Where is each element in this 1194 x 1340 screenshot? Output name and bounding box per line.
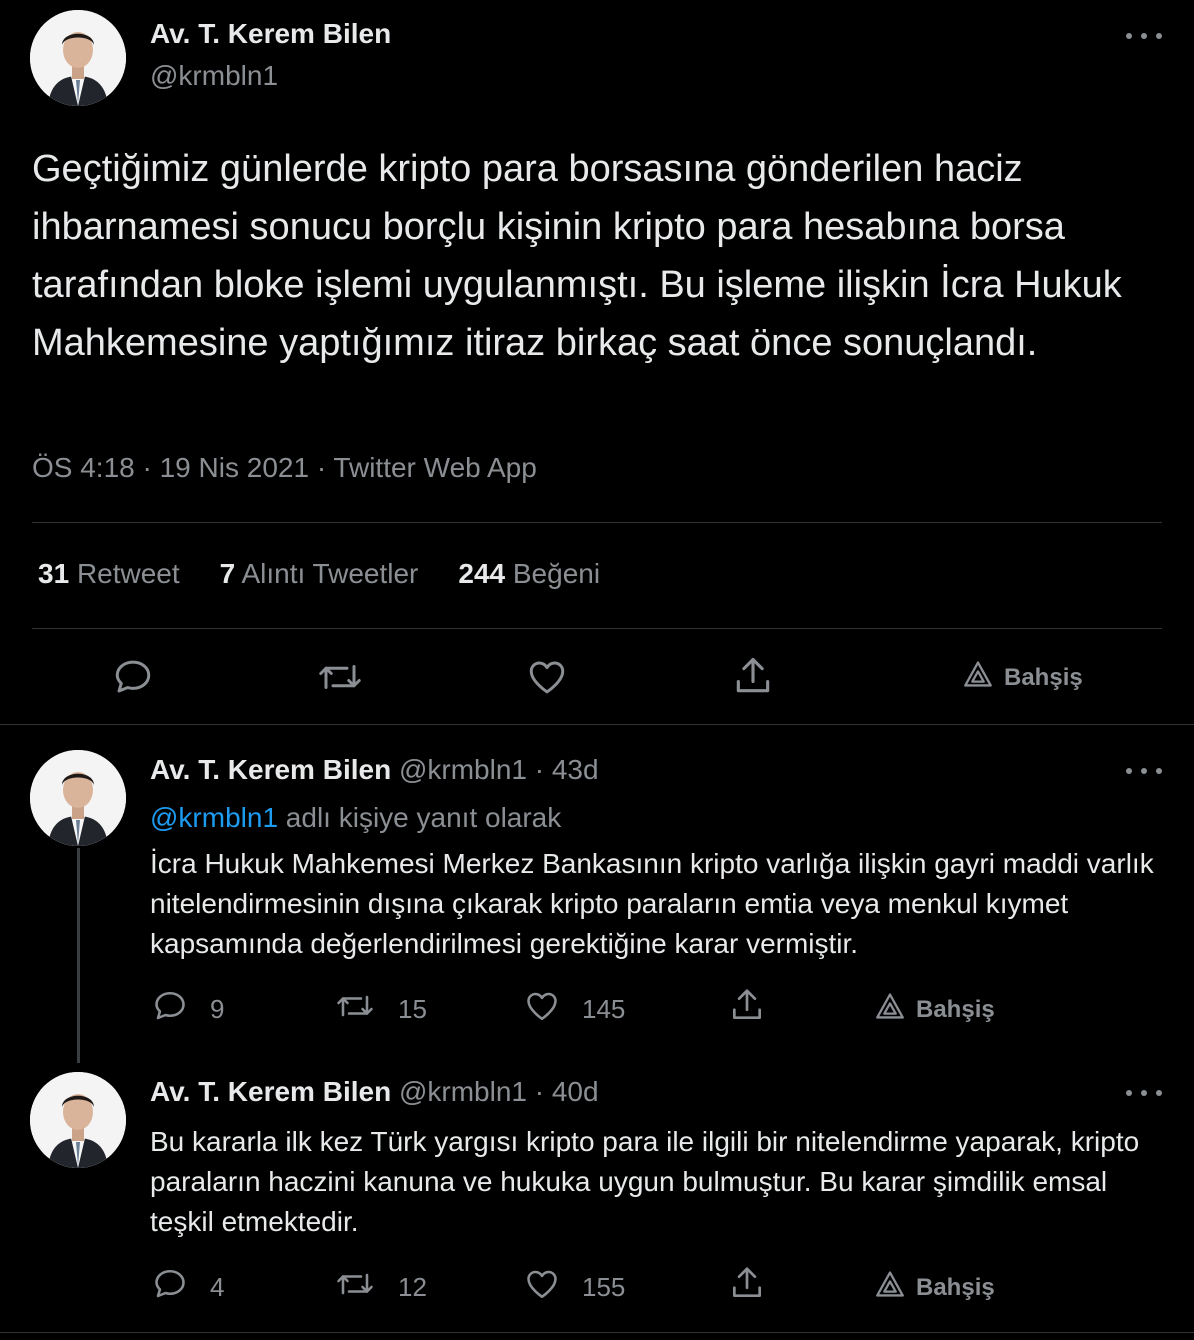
reply-icon <box>152 988 188 1031</box>
reply-header: Av. T. Kerem Bilen @krmbln1 · 40d <box>150 1076 599 1108</box>
tip-icon <box>874 1270 906 1305</box>
like-icon[interactable] <box>526 656 568 698</box>
like-count: 155 <box>582 1272 626 1302</box>
reply-button[interactable]: 4 <box>152 1266 224 1309</box>
reply-icon[interactable] <box>112 656 154 698</box>
like-icon <box>524 1266 560 1309</box>
divider <box>32 522 1162 523</box>
share-icon[interactable] <box>728 1264 766 1302</box>
quote-count: 7 <box>219 558 236 589</box>
reply-icon <box>152 1266 188 1309</box>
reply-text: Bu kararla ilk kez Türk yargısı kripto p… <box>150 1126 1140 1237</box>
reply-context: @krmbln1 adlı kişiye yanıt olarak <box>150 802 561 834</box>
retweet-icon <box>334 1266 376 1309</box>
tweet-timestamp[interactable]: ÖS 4:18 · 19 Nis 2021 · Twitter Web App <box>32 452 537 484</box>
tip-label: Bahşiş <box>916 1273 995 1301</box>
reply-author-name[interactable]: Av. T. Kerem Bilen <box>150 1076 391 1107</box>
divider <box>32 628 1162 629</box>
author-name[interactable]: Av. T. Kerem Bilen <box>150 18 391 50</box>
reply-text: İcra Hukuk Mahkemesi Merkez Bankasının k… <box>150 848 1154 959</box>
retweet-icon[interactable] <box>316 656 364 698</box>
like-count: 145 <box>582 994 626 1024</box>
tweet-text: Geçtiğimiz günlerde kripto para borsasın… <box>32 148 1122 364</box>
reply-avatar[interactable] <box>30 1072 126 1168</box>
more-icon[interactable] <box>1126 1087 1162 1099</box>
quote-label: Alıntı Tweetler <box>241 558 419 589</box>
reply-handle-time[interactable]: @krmbln1 · 40d <box>399 1076 599 1107</box>
like-count: 244 <box>458 558 506 589</box>
share-icon[interactable] <box>730 654 776 698</box>
section-divider <box>0 1332 1194 1333</box>
retweet-count: 31 <box>38 558 70 589</box>
like-label: Beğeni <box>512 558 601 589</box>
like-stat[interactable]: 244 Beğeni <box>458 558 600 590</box>
quote-stat[interactable]: 7 Alıntı Tweetler <box>220 558 419 590</box>
reply-to-link[interactable]: @krmbln1 <box>150 802 278 833</box>
author-avatar[interactable] <box>30 10 126 106</box>
retweet-button[interactable]: 15 <box>334 988 427 1031</box>
reply-count: 4 <box>210 1272 225 1302</box>
tip-icon <box>874 992 906 1027</box>
share-icon[interactable] <box>728 986 766 1024</box>
reply-avatar[interactable] <box>30 750 126 846</box>
tip-icon <box>962 660 994 695</box>
like-icon <box>524 988 560 1031</box>
retweet-button[interactable]: 12 <box>334 1266 427 1309</box>
thread-connector <box>77 848 80 1063</box>
reply-to-suffix: adlı kişiye yanıt olarak <box>285 802 562 833</box>
like-button[interactable]: 155 <box>524 1266 625 1309</box>
retweet-label: Retweet <box>76 558 180 589</box>
retweet-count: 12 <box>398 1272 427 1302</box>
like-button[interactable]: 145 <box>524 988 625 1031</box>
tip-label: Bahşiş <box>916 995 995 1023</box>
reply-author-name[interactable]: Av. T. Kerem Bilen <box>150 754 391 785</box>
more-icon[interactable] <box>1126 30 1162 42</box>
reply-header: Av. T. Kerem Bilen @krmbln1 · 43d <box>150 754 599 786</box>
retweet-count: 15 <box>398 994 427 1024</box>
tweet-stats: 31 Retweet 7 Alıntı Tweetler 244 Beğeni <box>38 558 600 590</box>
tip-button[interactable]: Bahşiş <box>962 660 1083 695</box>
tip-button[interactable]: Bahşiş <box>874 992 995 1027</box>
reply-button[interactable]: 9 <box>152 988 224 1031</box>
tip-button[interactable]: Bahşiş <box>874 1270 995 1305</box>
section-divider <box>0 724 1194 725</box>
retweet-icon <box>334 988 376 1031</box>
tip-label: Bahşiş <box>1004 663 1083 691</box>
author-handle[interactable]: @krmbln1 <box>150 60 278 92</box>
retweet-stat[interactable]: 31 Retweet <box>38 558 180 590</box>
reply-count: 9 <box>210 994 225 1024</box>
reply-handle-time[interactable]: @krmbln1 · 43d <box>399 754 599 785</box>
more-icon[interactable] <box>1126 765 1162 777</box>
